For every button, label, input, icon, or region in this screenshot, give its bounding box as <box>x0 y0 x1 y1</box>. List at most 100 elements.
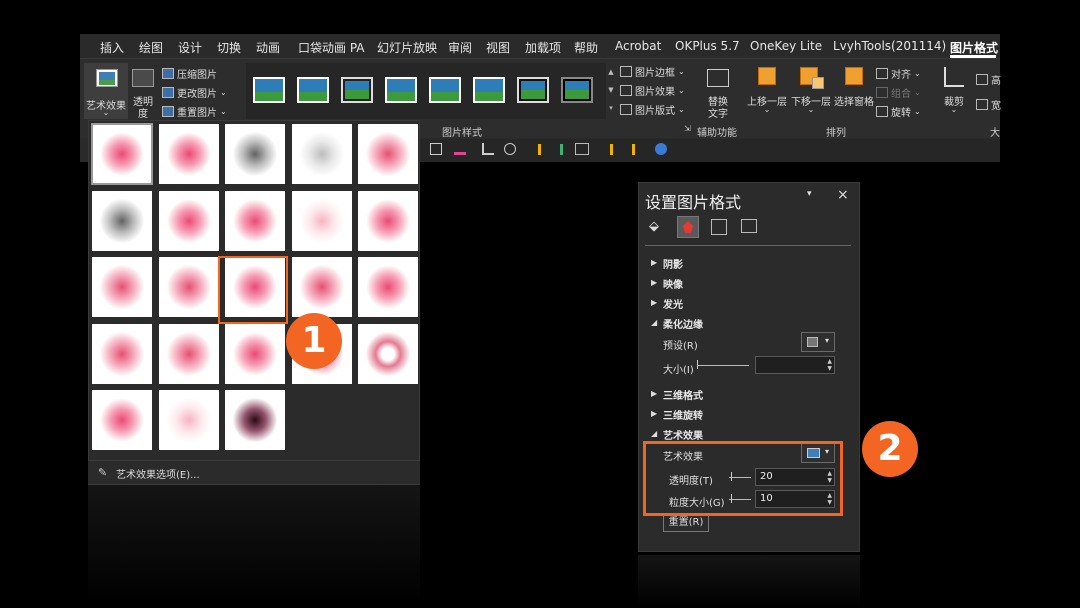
picture-style-thumb[interactable] <box>341 77 373 103</box>
align-button[interactable]: 对齐 ⌄ <box>876 66 921 81</box>
artistic-effect-thumb[interactable] <box>92 390 152 450</box>
alt-text-button[interactable]: 替换 文字 <box>702 63 734 120</box>
artistic-effects-button[interactable]: 艺术效果 ⌄ <box>84 63 128 119</box>
section-3d-format[interactable]: 三维格式 <box>663 387 703 402</box>
layout-icon[interactable] <box>430 143 442 155</box>
tab-insert[interactable]: 插入 <box>100 39 124 56</box>
rotate-button[interactable]: 旋转 ⌄ <box>876 104 921 119</box>
picture-style-thumb[interactable] <box>561 77 593 103</box>
artistic-effect-thumb[interactable] <box>158 257 219 317</box>
fill-color-icon[interactable] <box>454 143 466 155</box>
artistic-effect-thumb[interactable] <box>92 257 152 317</box>
picture-style-thumb[interactable] <box>473 77 505 103</box>
expand-arrow-icon[interactable]: ▶ <box>651 409 657 418</box>
artistic-effect-thumb[interactable] <box>92 190 152 251</box>
tab-animations[interactable]: 动画 <box>256 39 280 56</box>
tab-lvyhtools[interactable]: LvyhTools(201114) <box>833 39 946 53</box>
fill-line-icon[interactable]: ⬙ <box>649 219 665 235</box>
reset-button[interactable]: 重置(R) <box>663 514 709 532</box>
section-shadow[interactable]: 阴影 <box>663 256 683 271</box>
artistic-effect-thumb[interactable] <box>158 323 219 384</box>
artistic-effect-thumb[interactable] <box>358 323 418 384</box>
color-swatch-icon[interactable] <box>610 144 613 155</box>
artistic-effect-thumb[interactable] <box>225 124 285 184</box>
reset-picture-button[interactable]: 重置图片 ⌄ <box>162 104 227 119</box>
tab-picture-format[interactable]: 图片格式 <box>950 39 998 56</box>
selection-pane-button[interactable]: 选择窗格 <box>833 63 875 119</box>
gallery-scroll-buttons[interactable]: ▲ ▼ ▾ <box>606 63 616 119</box>
height-field[interactable]: 高 <box>976 72 1001 87</box>
picture-style-thumb[interactable] <box>297 77 329 103</box>
tab-review[interactable]: 审阅 <box>448 39 472 56</box>
picture-layout-button[interactable]: 图片版式 ⌄ <box>620 102 685 117</box>
expand-arrow-icon[interactable]: ▶ <box>651 278 657 287</box>
shape-icon[interactable] <box>504 143 516 155</box>
artistic-effect-thumb[interactable] <box>91 123 153 185</box>
text-effect-icon[interactable] <box>575 143 589 155</box>
artistic-effects-options-row[interactable]: ✎ 艺术效果选项(E)... <box>88 460 420 484</box>
picture-style-thumb[interactable] <box>385 77 417 103</box>
soft-edge-preset-dropdown[interactable]: ▾ <box>801 332 835 352</box>
crop-button[interactable]: 裁剪 ⌄ <box>938 63 970 119</box>
dialog-launcher-icon[interactable]: ⇲ <box>684 124 691 133</box>
expand-arrow-icon[interactable]: ▶ <box>651 258 657 267</box>
color-swatch-icon[interactable] <box>538 144 541 155</box>
artistic-effect-thumb[interactable] <box>291 257 352 317</box>
picture-border-button[interactable]: 图片边框 ⌄ <box>620 64 685 79</box>
change-picture-button[interactable]: 更改图片 ⌄ <box>162 85 227 100</box>
section-reflection[interactable]: 映像 <box>663 276 683 291</box>
artistic-effect-thumb[interactable] <box>291 190 352 251</box>
picture-styles-gallery[interactable] <box>246 63 606 119</box>
artistic-effect-thumb[interactable] <box>158 190 219 251</box>
section-soft-edges[interactable]: 柔化边缘 <box>663 316 703 331</box>
compress-pictures-button[interactable]: 压缩图片 <box>162 66 217 81</box>
collapse-arrow-icon[interactable]: ◢ <box>651 429 657 438</box>
color-swatch-icon[interactable] <box>632 144 635 155</box>
artistic-effect-thumb[interactable] <box>158 390 219 450</box>
artistic-effect-thumb[interactable] <box>358 257 418 317</box>
tab-addins[interactable]: 加载项 <box>525 39 561 56</box>
tab-pocket-animation[interactable]: 口袋动画 PA <box>298 39 365 56</box>
tab-view[interactable]: 视图 <box>486 39 510 56</box>
picture-style-thumb[interactable] <box>429 77 461 103</box>
section-artistic-effects[interactable]: 艺术效果 <box>663 427 703 442</box>
effects-tab-icon[interactable] <box>677 216 699 238</box>
tab-acrobat[interactable]: Acrobat <box>615 39 661 53</box>
collapse-arrow-icon[interactable]: ◢ <box>651 318 657 327</box>
circle-icon[interactable] <box>655 143 667 155</box>
picture-style-thumb[interactable] <box>253 77 285 103</box>
size-spinner[interactable]: ▲ ▼ <box>755 356 835 374</box>
artistic-effect-thumb[interactable] <box>225 323 285 384</box>
picture-effects-button[interactable]: 图片效果 ⌄ <box>620 83 685 98</box>
tab-slideshow[interactable]: 幻灯片放映 <box>377 39 437 56</box>
tab-transitions[interactable]: 切换 <box>217 39 241 56</box>
section-3d-rotation[interactable]: 三维旋转 <box>663 407 703 422</box>
pane-options-chevron-icon[interactable]: ▾ <box>807 189 812 199</box>
tab-okplus[interactable]: OKPlus 5.7 <box>675 39 740 53</box>
group-button[interactable]: 组合 ⌄ <box>876 85 921 100</box>
picture-icon[interactable] <box>741 219 757 233</box>
tab-onekey[interactable]: OneKey Lite <box>750 39 822 53</box>
section-glow[interactable]: 发光 <box>663 296 683 311</box>
tab-design[interactable]: 设计 <box>178 39 202 56</box>
artistic-effect-thumb[interactable] <box>225 190 285 251</box>
tab-help[interactable]: 帮助 <box>574 39 598 56</box>
width-field[interactable]: 宽 <box>976 97 1001 112</box>
artistic-effect-thumb[interactable] <box>158 124 219 184</box>
bring-forward-button[interactable]: 上移一层 ⌄ <box>746 63 788 119</box>
send-backward-button[interactable]: 下移一层 ⌄ <box>790 63 832 119</box>
artistic-effect-thumb[interactable] <box>291 124 352 184</box>
artistic-effect-thumb[interactable] <box>358 190 418 251</box>
transparency-button[interactable]: 透明 度 <box>130 63 156 120</box>
picture-style-thumb[interactable] <box>517 77 549 103</box>
close-icon[interactable]: × <box>837 187 849 203</box>
artistic-effect-thumb[interactable] <box>225 390 285 450</box>
tab-draw[interactable]: 绘图 <box>139 39 163 56</box>
color-swatch-icon[interactable] <box>560 144 563 155</box>
expand-arrow-icon[interactable]: ▶ <box>651 298 657 307</box>
expand-arrow-icon[interactable]: ▶ <box>651 389 657 398</box>
crop-small-icon[interactable] <box>482 143 494 155</box>
size-slider[interactable] <box>697 365 749 366</box>
artistic-effect-thumb[interactable] <box>358 124 418 184</box>
artistic-effect-thumb[interactable] <box>92 323 152 384</box>
